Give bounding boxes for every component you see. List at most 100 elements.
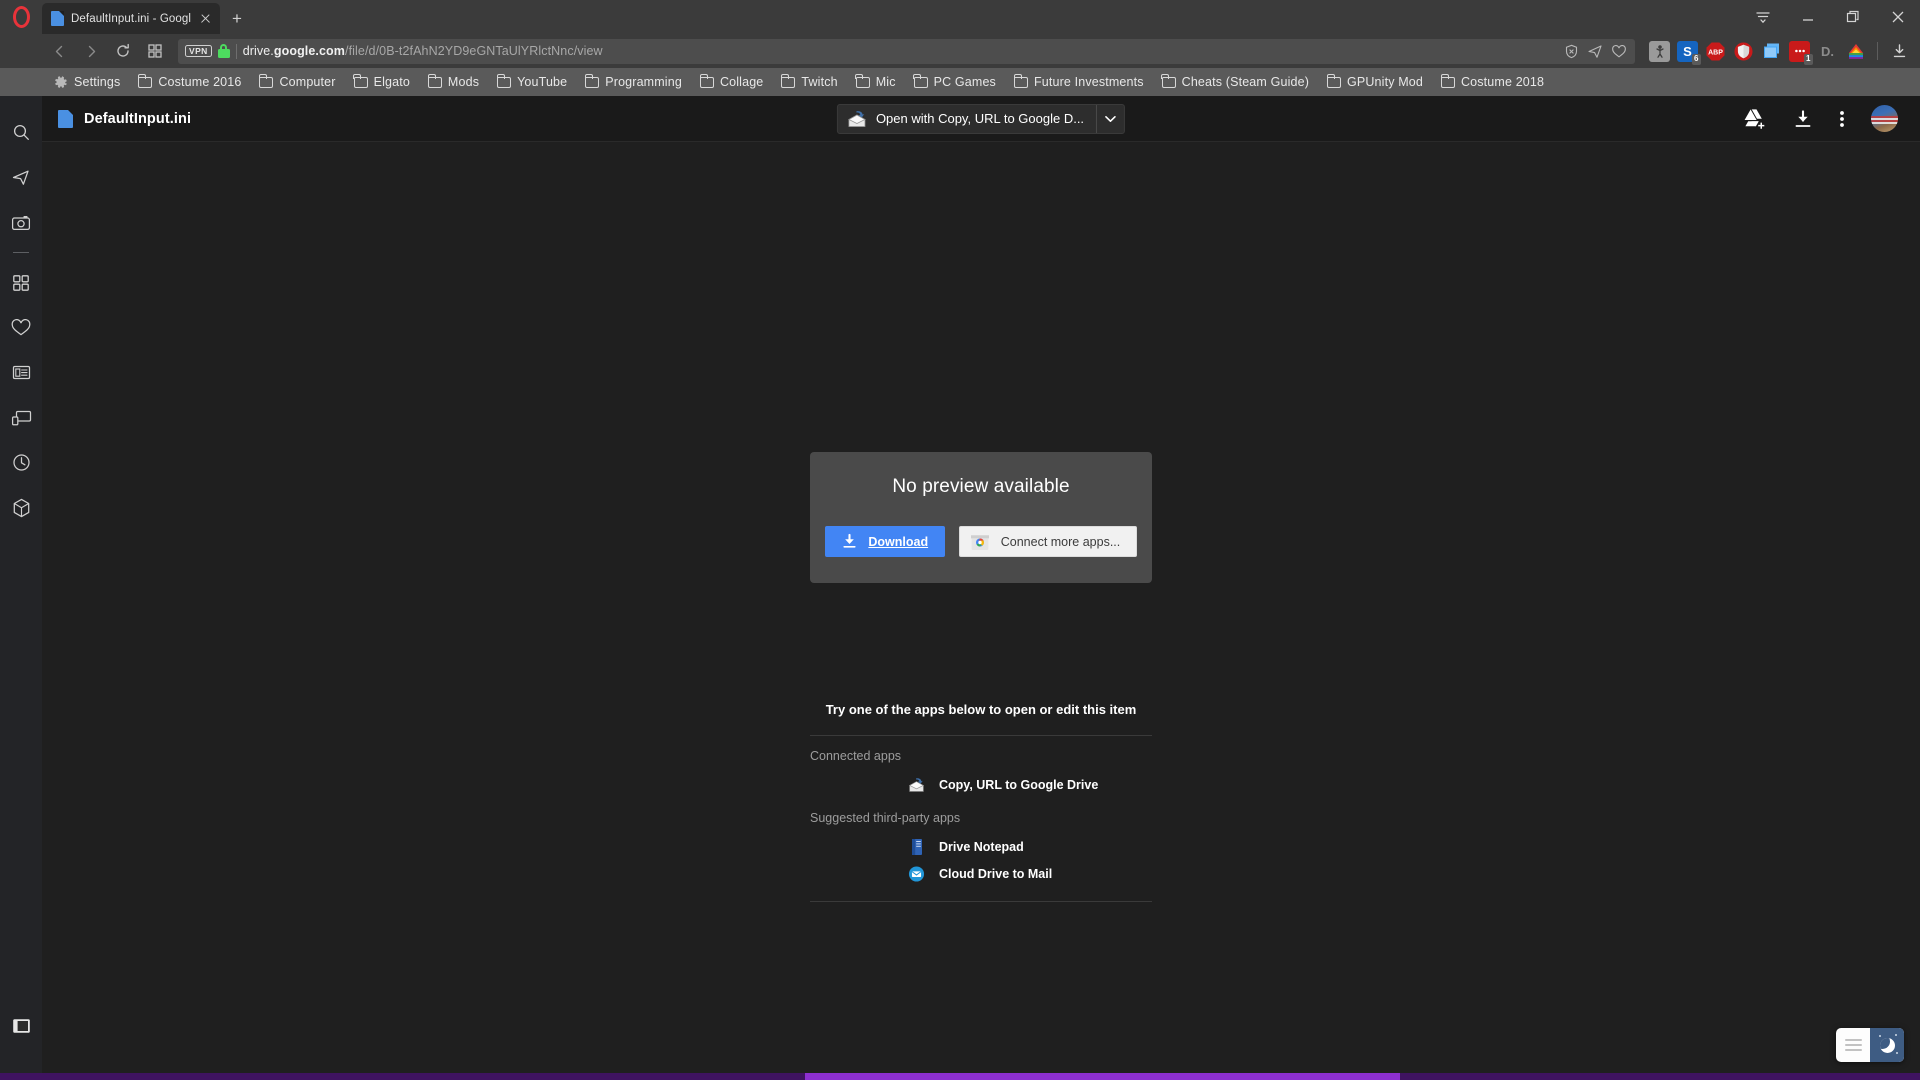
sidebar-divider (13, 252, 29, 253)
tab-title: DefaultInput.ini - Google D (71, 12, 191, 25)
sidebar-item-search[interactable] (0, 110, 42, 155)
svg-text:ABP: ABP (1708, 49, 1723, 56)
back-arrow-icon[interactable] (44, 37, 74, 65)
bookmark-label: Cheats (Steam Guide) (1181, 75, 1310, 89)
drive-plus-icon[interactable] (1743, 108, 1767, 130)
app-name: Copy, URL to Google Drive (939, 777, 1099, 792)
vpn-badge[interactable]: VPN (185, 44, 212, 58)
bookmark-programming[interactable]: Programming (576, 73, 691, 91)
no-preview-card: No preview available Download Connect mo… (810, 452, 1152, 583)
reload-icon[interactable] (108, 37, 138, 65)
sidebar-item-my-flow[interactable] (0, 395, 42, 440)
list-item[interactable]: Copy, URL to Google Drive (810, 771, 1152, 798)
forward-arrow-icon[interactable] (76, 37, 106, 65)
bookmark-settings[interactable]: Settings (44, 73, 129, 92)
bookmark-label: Twitch (801, 75, 838, 89)
bookmark-youtube[interactable]: YouTube (488, 73, 576, 91)
tampermonkey-icon[interactable] (1649, 40, 1670, 62)
bookmark-label: GPUnity Mod (1347, 75, 1423, 89)
bookmark-mic[interactable]: Mic (847, 73, 905, 91)
google-drive-file-viewer: DefaultInput.ini Open with Copy, URL to … (42, 96, 1920, 1080)
sidebar-item-snapshot[interactable] (0, 200, 42, 245)
copy-url-to-google-drive-icon (847, 110, 867, 128)
apps-section: Try one of the apps below to open or edi… (810, 702, 1152, 902)
sidebar-item-extensions[interactable] (0, 260, 42, 305)
sidebar-item-history[interactable] (0, 440, 42, 485)
close-icon[interactable] (198, 11, 214, 27)
chevron-down-icon[interactable] (1096, 104, 1124, 133)
dark-mode-widget[interactable] (1836, 1028, 1904, 1062)
minimize-icon[interactable] (1785, 0, 1830, 34)
account-avatar[interactable] (1871, 105, 1898, 132)
app-name: Drive Notepad (939, 839, 1024, 854)
address-bar[interactable]: VPN drive.google.com/file/d/0B-t2fAhN2YD… (178, 38, 1635, 64)
connected-apps-label: Connected apps (810, 749, 902, 763)
open-with-button[interactable]: Open with Copy, URL to Google D... (836, 103, 1126, 134)
bookmark-pc-games[interactable]: PC Games (905, 73, 1005, 91)
download-icon[interactable] (1793, 109, 1813, 129)
lines-icon[interactable] (1836, 1028, 1870, 1062)
easy-setup-icon[interactable] (1740, 0, 1785, 34)
connect-more-apps-button[interactable]: Connect more apps... (958, 526, 1138, 557)
speed-dial-grid-icon[interactable] (140, 37, 170, 65)
sidebar-item-messenger[interactable] (0, 155, 42, 200)
folder-icon (353, 73, 368, 88)
d-extension-icon[interactable]: D. (1817, 41, 1838, 62)
bookmark-twitch[interactable]: Twitch (772, 73, 846, 91)
new-tab-button[interactable]: + (224, 4, 250, 34)
bookmark-cheats-steam-guide[interactable]: Cheats (Steam Guide) (1153, 73, 1318, 91)
folder-icon (699, 73, 714, 88)
bookmark-mods[interactable]: Mods (419, 73, 488, 91)
folder-icon (584, 73, 600, 88)
bookmark-collage[interactable]: Collage (691, 73, 772, 91)
bookmark-gpunity-mod[interactable]: GPUnity Mod (1318, 73, 1432, 91)
ublock-origin-icon[interactable] (1733, 41, 1754, 62)
messenger-icon[interactable]: 1 (1789, 40, 1813, 65)
apps-section-heading: Try one of the apps below to open or edi… (825, 702, 1137, 717)
bookmark-label: Costume 2018 (1461, 75, 1545, 89)
ad-block-shield-icon[interactable] (1564, 44, 1579, 59)
bookmark-label: Costume 2016 (158, 75, 242, 89)
bookmark-elgato[interactable]: Elgato (345, 73, 419, 91)
bookmark-costume-2016[interactable]: Costume 2016 (129, 73, 250, 91)
bookmark-future-investments[interactable]: Future Investments (1005, 73, 1153, 91)
restore-icon[interactable] (1830, 0, 1875, 34)
download-button-label: Download (868, 534, 929, 549)
send-icon[interactable] (1587, 44, 1603, 59)
s-extension-icon[interactable]: S6 (1677, 40, 1701, 65)
opera-sidebar (0, 96, 42, 1080)
list-item[interactable]: Cloud Drive to Mail (810, 860, 1152, 887)
open-with-main[interactable]: Open with Copy, URL to Google D... (838, 105, 1096, 133)
moon-icon[interactable] (1870, 1028, 1904, 1062)
address-divider (235, 43, 237, 59)
browser-tab[interactable]: DefaultInput.ini - Google D (42, 3, 220, 34)
drive-notepad-icon (908, 838, 925, 855)
preview-stage: No preview available Download Connect mo… (42, 142, 1920, 1080)
sidebar-item-player[interactable] (0, 485, 42, 530)
no-preview-title: No preview available (892, 476, 1070, 497)
tab-manager-icon[interactable] (1761, 41, 1782, 62)
navigation-bar: VPN drive.google.com/file/d/0B-t2fAhN2YD… (0, 34, 1920, 68)
taskbar-strip (0, 1073, 1920, 1080)
adblock-plus-icon[interactable]: ABP (1705, 41, 1726, 62)
bookmark-label: Programming (605, 75, 682, 89)
list-item[interactable]: Drive Notepad (810, 833, 1152, 860)
panel-toggle-icon[interactable] (0, 1003, 42, 1048)
bookmark-costume-2018[interactable]: Costume 2018 (1432, 73, 1553, 91)
sidebar-item-favorites[interactable] (0, 305, 42, 350)
sidebar-item-news[interactable] (0, 350, 42, 395)
bookmark-label: Settings (74, 75, 121, 89)
opera-logo-icon[interactable] (0, 0, 42, 34)
rainbow-extension-icon[interactable] (1845, 41, 1866, 62)
window-close-icon[interactable] (1875, 0, 1920, 34)
heart-icon[interactable] (1611, 44, 1627, 59)
bookmark-label: Collage (719, 75, 764, 89)
no-preview-actions: Download Connect more apps... (810, 526, 1152, 557)
drive-file-title: DefaultInput.ini (58, 109, 191, 128)
download-tray-icon[interactable] (1889, 41, 1910, 62)
suggested-apps-label: Suggested third-party apps (810, 811, 961, 825)
download-button[interactable]: Download (824, 526, 945, 557)
bookmark-computer[interactable]: Computer (250, 73, 344, 91)
chrome-web-store-icon (970, 532, 990, 551)
kebab-menu-icon[interactable] (1839, 109, 1845, 129)
